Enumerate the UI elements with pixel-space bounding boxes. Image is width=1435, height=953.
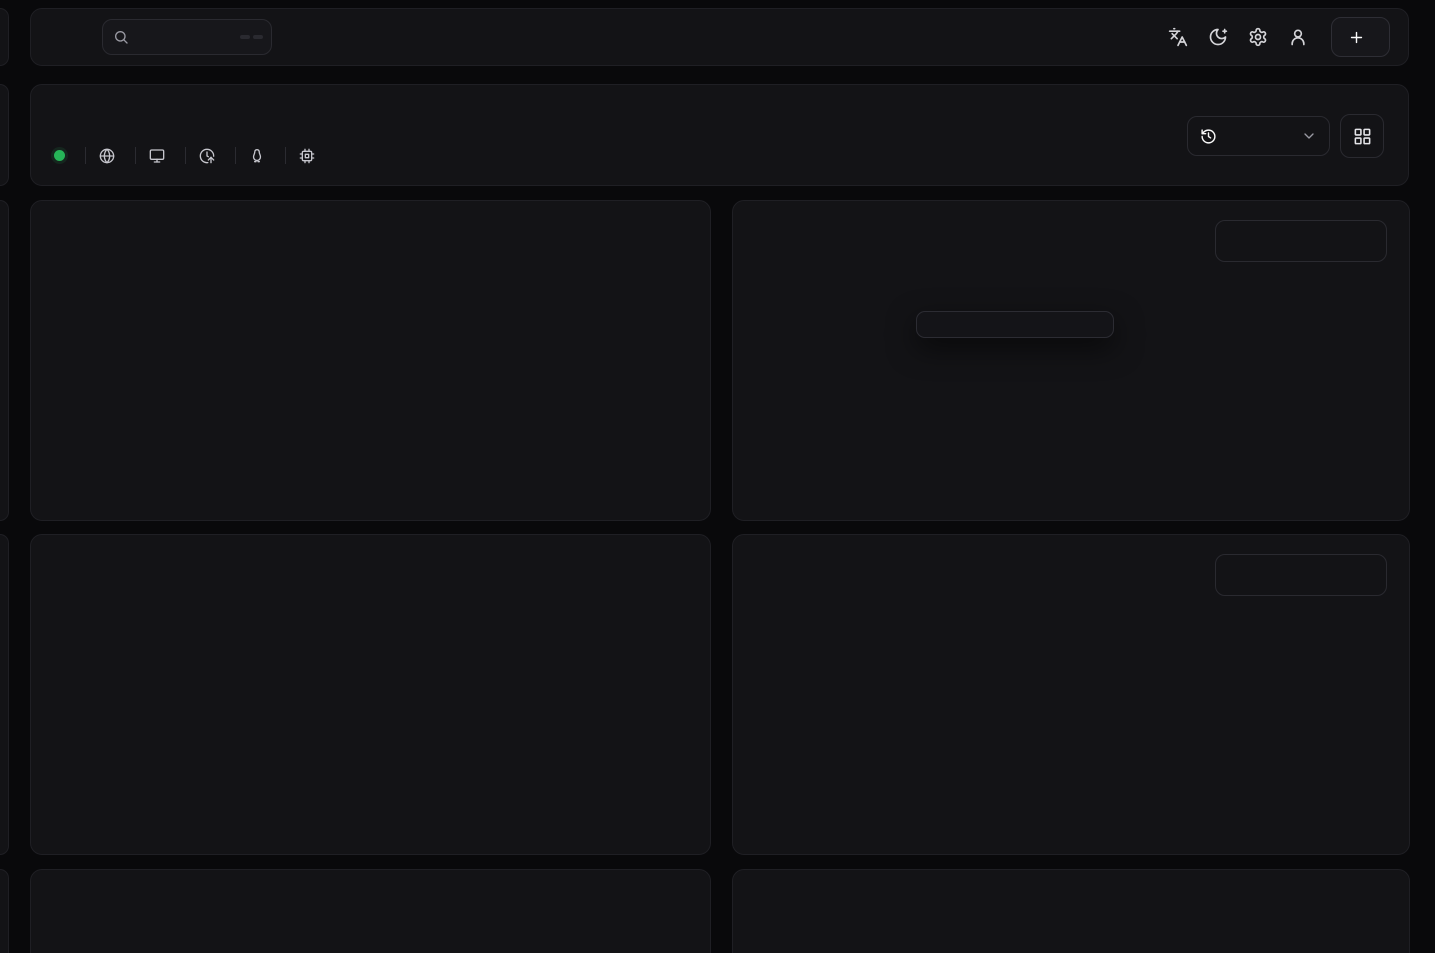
theme-toggle-button[interactable]	[1199, 18, 1237, 56]
time-range-select[interactable]	[1187, 116, 1330, 156]
languages-icon	[1168, 27, 1188, 47]
kbd-k	[253, 35, 263, 39]
top-navigation-bar	[30, 8, 1409, 66]
user-menu-button[interactable]	[1279, 18, 1317, 56]
layout-grid-icon	[1353, 127, 1372, 146]
plus-icon	[1348, 29, 1365, 46]
cpu-chip-icon	[299, 148, 315, 164]
docker-cpu-usage-card	[732, 200, 1410, 521]
chevron-down-icon	[1301, 128, 1317, 144]
agent-host-item	[99, 148, 122, 164]
adjacent-card-edge	[0, 84, 9, 186]
user-icon	[1288, 27, 1308, 47]
moon-star-icon	[1208, 27, 1228, 47]
topbar-actions	[1159, 17, 1390, 57]
uptime-item	[199, 148, 222, 164]
cpu-model-item	[299, 148, 322, 164]
clock-arrow-icon	[199, 148, 215, 164]
docker-memory-usage-card	[732, 534, 1410, 855]
language-button[interactable]	[1159, 18, 1197, 56]
hostname-item	[149, 148, 172, 164]
docker-memory-filter-input[interactable]	[1215, 554, 1387, 596]
cpu-usage-chart[interactable]	[33, 297, 709, 507]
system-header	[30, 84, 1409, 186]
divider	[85, 147, 86, 164]
history-clock-icon	[1200, 128, 1217, 145]
status-dot	[54, 150, 65, 161]
search-icon	[113, 29, 129, 45]
chart-tooltip	[916, 311, 1114, 338]
adjacent-card-edge	[0, 8, 9, 66]
search-box[interactable]	[102, 19, 272, 55]
divider	[235, 147, 236, 164]
search-shortcut	[240, 35, 263, 39]
cpu-usage-card	[30, 200, 711, 521]
add-system-button[interactable]	[1331, 17, 1390, 57]
beszel-dashboard	[0, 0, 1435, 953]
memory-usage-card	[30, 534, 711, 855]
divider	[285, 147, 286, 164]
adjacent-card-edge	[0, 534, 9, 855]
kernel-item	[249, 148, 272, 164]
tux-penguin-icon	[249, 148, 265, 164]
memory-usage-chart[interactable]	[33, 631, 709, 841]
divider	[135, 147, 136, 164]
gear-icon	[1248, 27, 1268, 47]
docker-memory-usage-chart[interactable]	[735, 631, 1411, 841]
kbd-ctrl	[240, 35, 250, 39]
docker-cpu-filter-input[interactable]	[1215, 220, 1387, 262]
divider	[185, 147, 186, 164]
monitor-icon	[149, 148, 165, 164]
disk-usage-card	[30, 869, 711, 953]
layout-grid-button[interactable]	[1340, 114, 1384, 158]
status-item	[54, 150, 72, 161]
system-meta-row	[54, 147, 322, 164]
settings-button[interactable]	[1239, 18, 1277, 56]
globe-icon	[99, 148, 115, 164]
adjacent-card-edge	[0, 200, 9, 521]
disk-io-card	[732, 869, 1410, 953]
adjacent-card-edge	[0, 869, 9, 953]
